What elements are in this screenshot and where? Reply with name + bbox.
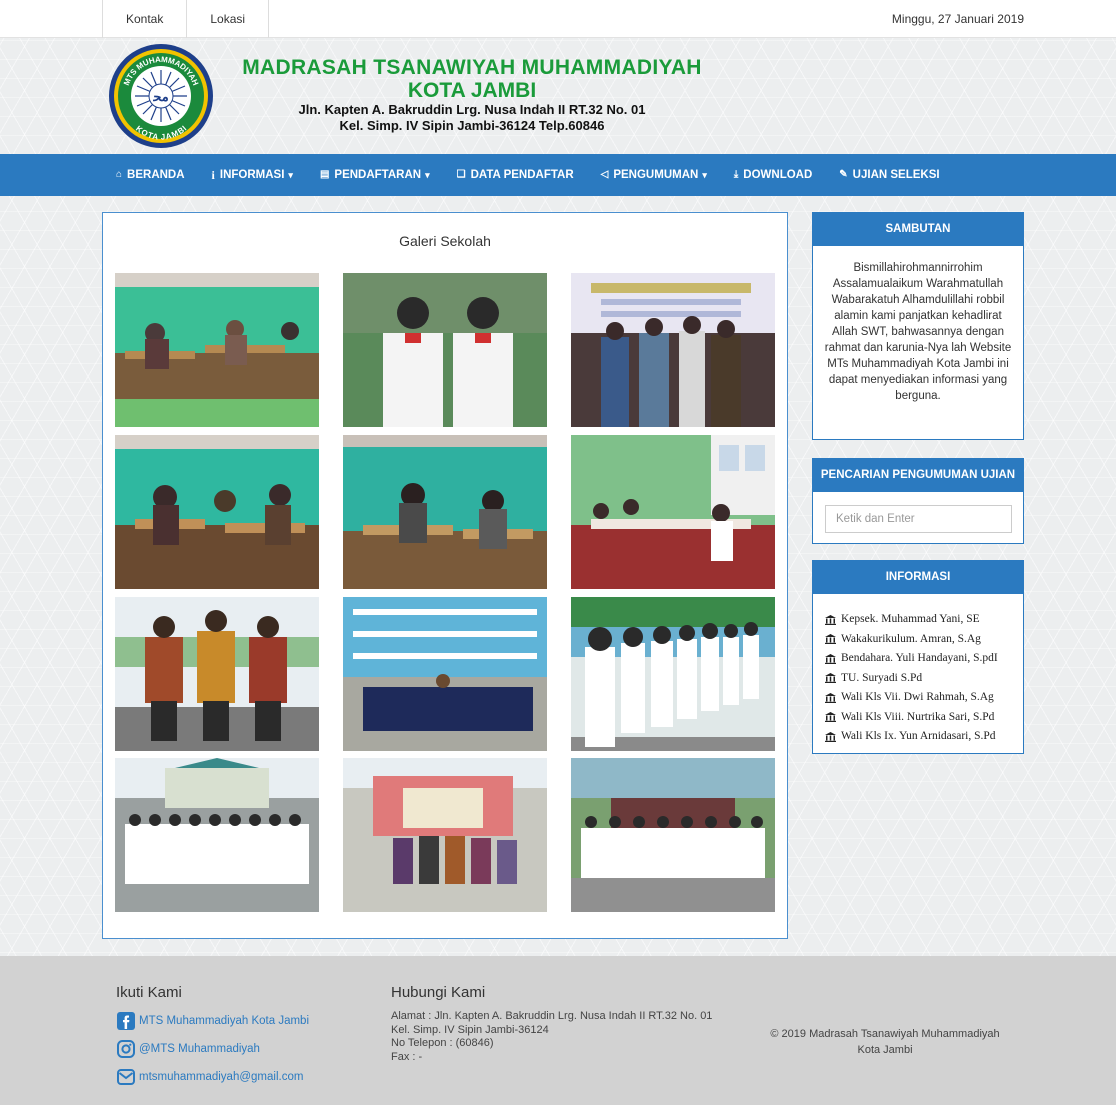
staff-list: Kepsek. Muhammad Yani, SE Wakakurikulum.…: [813, 594, 1023, 747]
contact-heading: Hubungi Kami: [391, 984, 486, 1001]
gallery-photo[interactable]: [571, 435, 775, 589]
sambutan-text: Bismillahirohmannirrohim Assalamualaikum…: [824, 262, 1012, 402]
nav-informasi[interactable]: i INFORMASI ▾: [212, 154, 293, 196]
gallery-photo[interactable]: [343, 758, 547, 912]
bank-icon: [825, 653, 836, 664]
copyright: © 2019 Madrasah Tsanawiyah Muhammadiyah …: [770, 1028, 1000, 1056]
school-address: Jln. Kapten A. Bakruddin Lrg. Nusa Indah…: [298, 102, 646, 117]
chevron-down-icon: ▾: [288, 170, 293, 180]
gallery-photo[interactable]: [343, 597, 547, 751]
chevron-down-icon: ▾: [702, 170, 707, 180]
gallery-photo[interactable]: [571, 273, 775, 427]
site-footer: Ikuti Kami MTS Muhammadiyah Kota Jambi @…: [0, 956, 1116, 1105]
site-header: ﻣﺤ MTS MUHAMMADIYAH KOTA JAMBI MADRASAH …: [0, 38, 1116, 154]
nav-ujian-seleksi[interactable]: ✎ UJIAN SELEKSI: [839, 154, 939, 196]
main-nav: ⌂ BERANDA i INFORMASI ▾ ▤ PENDAFTARAN ▾ ❏ DATA…: [0, 154, 1116, 196]
current-date: Minggu, 27 Januari 2019: [891, 12, 1024, 26]
instagram-row: @MTS Muhammadiyah: [117, 1040, 260, 1058]
sambutan-widget: SAMBUTAN Bismillahirohmannirrohim Assala…: [812, 212, 1024, 440]
svg-text:ﻣﺤ: ﻣﺤ: [152, 89, 168, 104]
nav-download[interactable]: ⤓ DOWNLOAD: [734, 154, 812, 196]
nav-pendaftaran[interactable]: ▤ PENDAFTARAN ▾: [320, 154, 430, 196]
contact-info: Alamat : Jln. Kapten A. Bakruddin Lrg. N…: [391, 1010, 712, 1064]
informasi-widget: INFORMASI Kepsek. Muhammad Yani, SE Waka…: [812, 560, 1024, 754]
informasi-title: INFORMASI: [813, 561, 1023, 594]
sambutan-title: SAMBUTAN: [813, 213, 1023, 246]
home-icon: ⌂: [116, 169, 123, 180]
list-item: Bendahara. Yuli Handayani, S.pdI: [825, 649, 1023, 669]
gallery-photo[interactable]: [343, 435, 547, 589]
nav-data-pendaftar[interactable]: ❏ DATA PENDAFTAR: [457, 154, 574, 196]
school-title-block: MADRASAH TSANAWIYAH MUHAMMADIYAH KOTA JA…: [222, 56, 722, 134]
nav-pengumuman[interactable]: ◁ PENGUMUMAN ▾: [601, 154, 707, 196]
nav-beranda[interactable]: ⌂ BERANDA: [116, 154, 185, 196]
copy-icon: ❏: [456, 169, 466, 180]
school-name: MADRASAH TSANAWIYAH MUHAMMADIYAH: [242, 56, 702, 79]
list-item: Wakakurikulum. Amran, S.Ag: [825, 630, 1023, 650]
gallery-photo[interactable]: [115, 435, 319, 589]
gallery-title: Galeri Sekolah: [399, 233, 491, 249]
facebook-link[interactable]: MTS Muhammadiyah Kota Jambi: [139, 1015, 309, 1027]
bullhorn-icon: ◁: [600, 169, 609, 180]
instagram-link[interactable]: @MTS Muhammadiyah: [139, 1043, 260, 1055]
list-item: Wali Kls Vii. Dwi Rahmah, S.Ag: [825, 688, 1023, 708]
follow-heading: Ikuti Kami: [116, 984, 182, 1001]
school-city: KOTA JAMBI: [407, 79, 537, 102]
bank-icon: [825, 692, 836, 703]
facebook-row: MTS Muhammadiyah Kota Jambi: [117, 1012, 309, 1030]
download-icon: ⤓: [733, 169, 739, 180]
chevron-down-icon: ▾: [425, 170, 430, 180]
gallery-photo[interactable]: [115, 273, 319, 427]
envelope-icon: [117, 1069, 135, 1085]
bank-icon: [825, 731, 836, 742]
list-item: Wali Kls Ix. Yun Arnidasari, S.Pd: [825, 727, 1023, 747]
list-item: TU. Suryadi S.Pd: [825, 669, 1023, 689]
top-bar: Kontak Lokasi Minggu, 27 Januari 2019: [0, 0, 1116, 38]
lokasi-link[interactable]: Lokasi: [186, 0, 270, 38]
list-item: Kepsek. Muhammad Yani, SE: [825, 610, 1023, 630]
kontak-link[interactable]: Kontak: [102, 0, 186, 38]
bank-icon: [825, 614, 836, 625]
info-icon: i: [211, 168, 215, 182]
contact-address: Alamat : Jln. Kapten A. Bakruddin Lrg. N…: [391, 1010, 713, 1022]
gallery-photo[interactable]: [571, 758, 775, 912]
facebook-icon: [117, 1012, 135, 1030]
gallery-photo[interactable]: [115, 758, 319, 912]
top-links: Kontak Lokasi: [102, 0, 270, 38]
list-item: Wali Kls Viii. Nurtrika Sari, S.Pd: [825, 708, 1023, 728]
book-icon: ▤: [319, 169, 330, 180]
contact-address-2: Kel. Simp. IV Sipin Jambi-36124: [391, 1023, 549, 1036]
search-widget: PENCARIAN PENGUMUMAN UJIAN: [812, 458, 1024, 544]
search-input[interactable]: [825, 505, 1012, 533]
gallery-photo[interactable]: [343, 273, 547, 427]
pencil-icon: ✎: [839, 169, 848, 180]
search-widget-title: PENCARIAN PENGUMUMAN UJIAN: [813, 459, 1023, 492]
instagram-icon: [117, 1040, 135, 1058]
email-row: mtsmuhammadiyah@gmail.com: [117, 1069, 303, 1085]
gallery-panel: Galeri Sekolah: [102, 212, 788, 939]
gallery-photo[interactable]: [115, 597, 319, 751]
email-link[interactable]: mtsmuhammadiyah@gmail.com: [139, 1071, 303, 1083]
school-address-2: Kel. Simp. IV Sipin Jambi-36124 Telp.608…: [339, 118, 605, 133]
gallery-photo[interactable]: [571, 597, 775, 751]
bank-icon: [825, 673, 836, 684]
bank-icon: [825, 712, 836, 723]
school-logo[interactable]: ﻣﺤ MTS MUHAMMADIYAH KOTA JAMBI: [107, 42, 215, 150]
bank-icon: [825, 634, 836, 645]
contact-fax: Fax : -: [391, 1050, 423, 1063]
contact-phone: No Telepon : (60846): [391, 1037, 494, 1049]
